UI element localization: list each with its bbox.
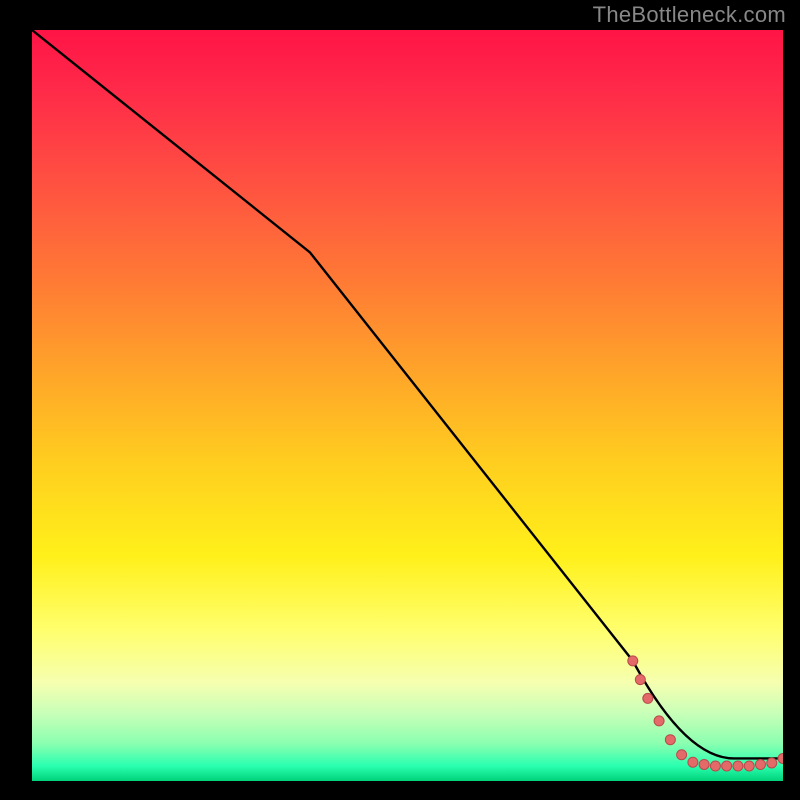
chart-plot-area (32, 30, 783, 781)
watermark-text: TheBottleneck.com (593, 2, 786, 28)
chart-marker (755, 759, 765, 769)
chart-markers (628, 656, 783, 771)
chart-marker (778, 753, 783, 763)
chart-marker (628, 656, 638, 666)
chart-marker (688, 757, 698, 767)
canvas: TheBottleneck.com (0, 0, 800, 800)
chart-marker (677, 750, 687, 760)
chart-marker (722, 761, 732, 771)
chart-marker (635, 675, 645, 685)
chart-marker (699, 759, 709, 769)
chart-marker (767, 758, 777, 768)
chart-marker (744, 761, 754, 771)
chart-marker (643, 693, 653, 703)
chart-marker (733, 761, 743, 771)
chart-marker (654, 716, 664, 726)
chart-line (32, 30, 783, 758)
chart-marker (710, 761, 720, 771)
chart-marker (665, 735, 675, 745)
chart-svg (32, 30, 783, 781)
